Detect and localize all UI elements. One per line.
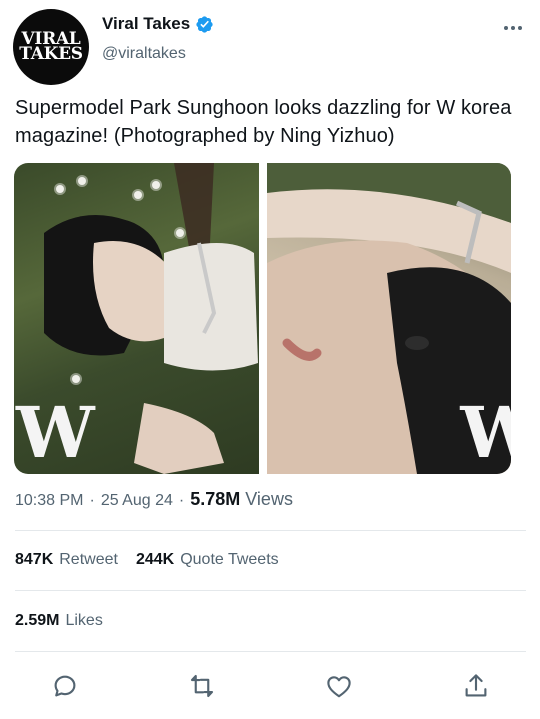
likes-label[interactable]: Likes	[65, 612, 102, 630]
divider	[15, 590, 526, 591]
like-button[interactable]	[324, 671, 354, 701]
tweet-text: Supermodel Park Sunghoon looks dazzling …	[15, 97, 512, 147]
quote-label[interactable]: Quote Tweets	[180, 551, 278, 569]
action-bar	[0, 671, 540, 703]
likes-count[interactable]: 2.59M	[15, 612, 59, 630]
magazine-logo-left: W	[16, 391, 95, 474]
user-handle[interactable]: @viraltakes	[102, 45, 186, 63]
heart-icon	[327, 676, 351, 698]
avatar-text-line2: TAKES	[19, 44, 83, 64]
meta-separator: ·	[178, 492, 185, 509]
share-upload-icon	[465, 674, 487, 697]
avatar[interactable]: VIRAL TAKES	[13, 9, 89, 85]
likes-stats: 2.59M Likes	[15, 612, 121, 630]
tweet-meta: 10:38 PM · 25 Aug 24 · 5.78M Views	[15, 489, 293, 510]
tweet-date[interactable]: 25 Aug 24	[101, 492, 173, 510]
speech-bubble-icon	[54, 675, 76, 697]
magazine-logo-right: W	[460, 391, 511, 474]
more-options-button[interactable]	[504, 26, 522, 30]
display-name[interactable]: Viral Takes	[102, 14, 190, 34]
divider	[15, 530, 526, 531]
retweet-button[interactable]	[187, 671, 217, 701]
views-label[interactable]: Views	[245, 489, 293, 510]
tweet-media: W W	[14, 163, 511, 474]
meta-separator: ·	[89, 492, 95, 509]
divider	[15, 651, 526, 652]
tweet-time[interactable]: 10:38 PM	[15, 492, 83, 510]
views-count[interactable]: 5.78M	[190, 489, 240, 510]
reply-button[interactable]	[50, 671, 80, 701]
retweet-count[interactable]: 847K	[15, 551, 53, 569]
more-dots-icon	[504, 26, 508, 30]
tweet-photo-left[interactable]: W	[14, 163, 259, 474]
share-button[interactable]	[461, 671, 491, 701]
engagement-stats: 847K Retweet 244K Quote Tweets	[15, 551, 297, 569]
retweet-label[interactable]: Retweet	[59, 551, 118, 569]
retweet-arrows-icon	[190, 674, 214, 698]
name-row: Viral Takes	[102, 14, 214, 34]
verified-badge-icon	[195, 15, 214, 34]
tweet-photo-right[interactable]: W	[266, 163, 511, 474]
quote-count[interactable]: 244K	[136, 551, 174, 569]
